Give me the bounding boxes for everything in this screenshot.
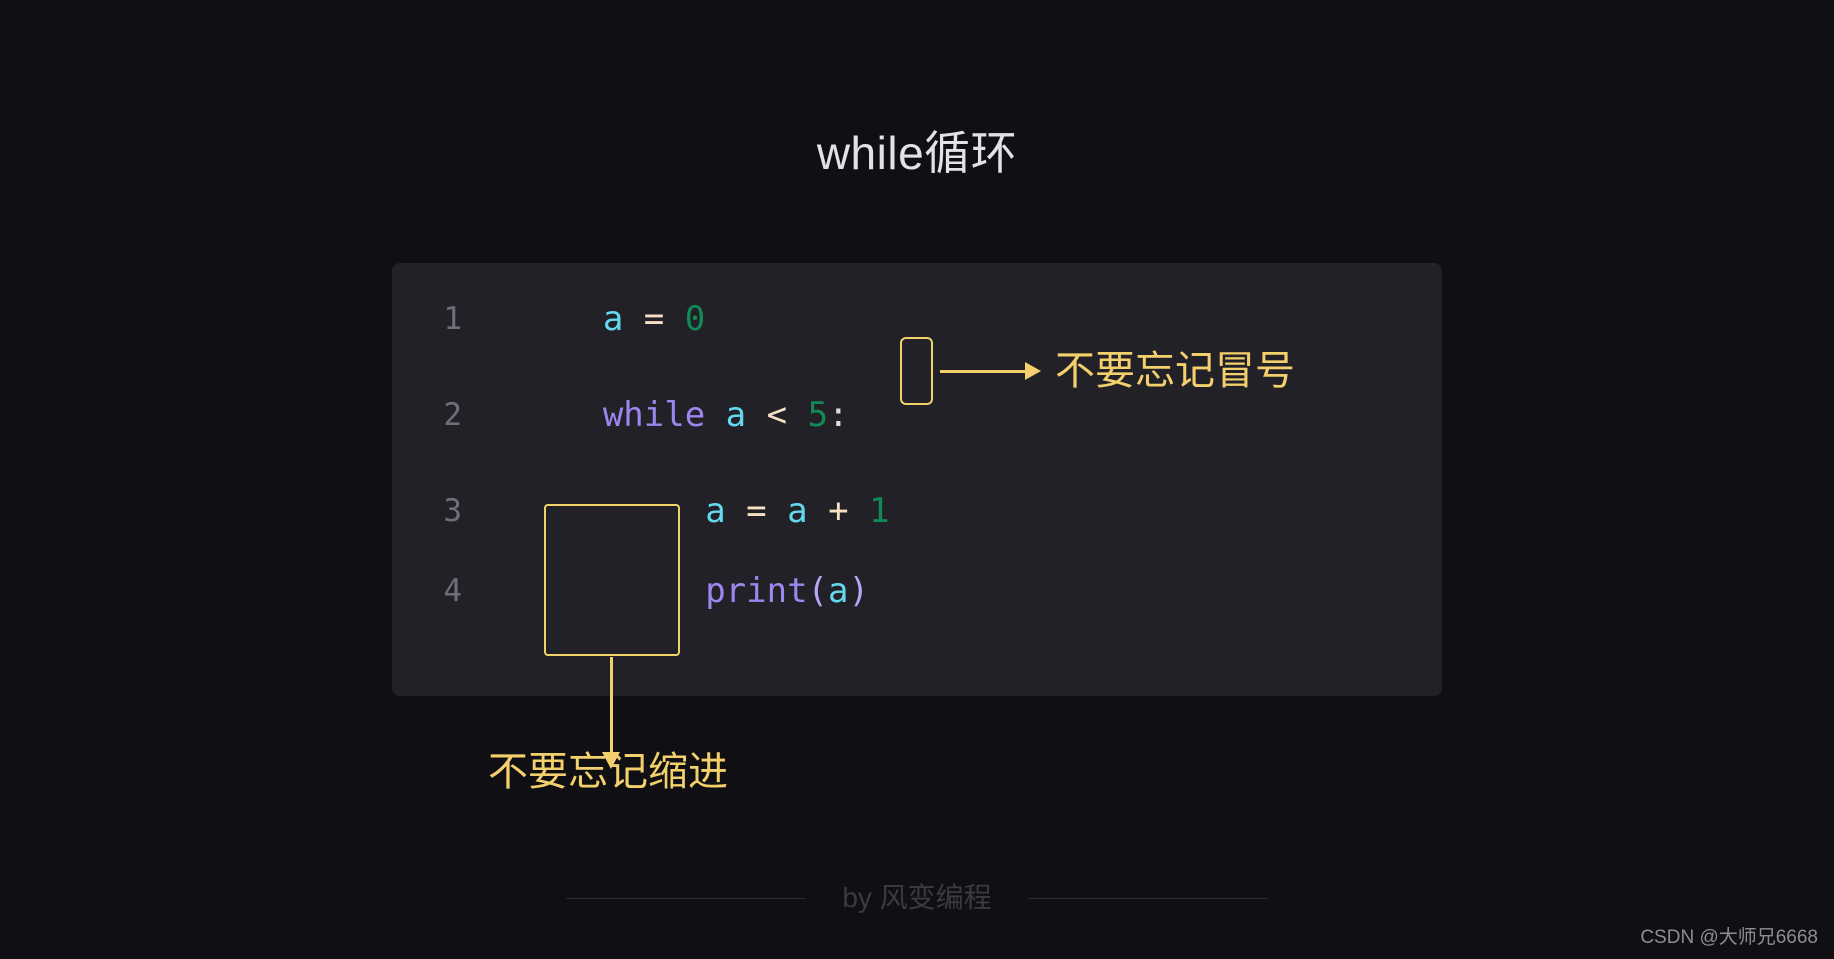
token-function-print: print	[705, 571, 808, 611]
token-colon: :	[828, 395, 849, 435]
token-variable-a: a	[725, 395, 747, 435]
colon-highlight-box	[900, 337, 933, 405]
colon-annotation: 不要忘记冒号	[940, 340, 1295, 402]
arrow-right-head-icon	[1025, 362, 1041, 380]
token-paren-close: )	[848, 571, 869, 611]
line-number-1: 1	[443, 301, 462, 337]
token-variable-a: a	[602, 299, 624, 339]
token-number-zero: 0	[684, 299, 706, 339]
watermark: CSDN @大师兄6668	[1640, 927, 1818, 948]
line-number-2: 2	[443, 397, 462, 433]
token-variable-a2: a	[787, 491, 808, 531]
token-number-one: 1	[869, 491, 890, 531]
token-operator-assign: =	[746, 491, 767, 531]
colon-annotation-label: 不要忘记冒号	[1055, 349, 1295, 393]
token-keyword-while: while	[602, 395, 706, 435]
page-title: while循环	[816, 127, 1018, 179]
token-paren-open: (	[807, 571, 829, 611]
footer-divider-left	[566, 897, 807, 899]
line-number-4: 4	[443, 573, 462, 609]
line-number-3: 3	[443, 493, 462, 529]
token-variable-a: a	[705, 491, 726, 531]
footer: by 风变编程	[0, 884, 1834, 912]
footer-credit: by 风变编程	[842, 882, 992, 913]
token-operator-assign: =	[643, 299, 665, 339]
token-number-five: 5	[807, 395, 829, 435]
token-operator-lessthan: <	[766, 395, 788, 435]
footer-divider-right	[1027, 897, 1268, 899]
indent-highlight-box	[544, 504, 680, 656]
token-operator-plus: +	[828, 491, 849, 531]
arrow-right-icon	[940, 369, 1026, 373]
arrow-down-icon	[610, 657, 613, 754]
token-variable-a: a	[828, 571, 849, 611]
indent-annotation-label: 不要忘记缩进	[488, 750, 728, 794]
